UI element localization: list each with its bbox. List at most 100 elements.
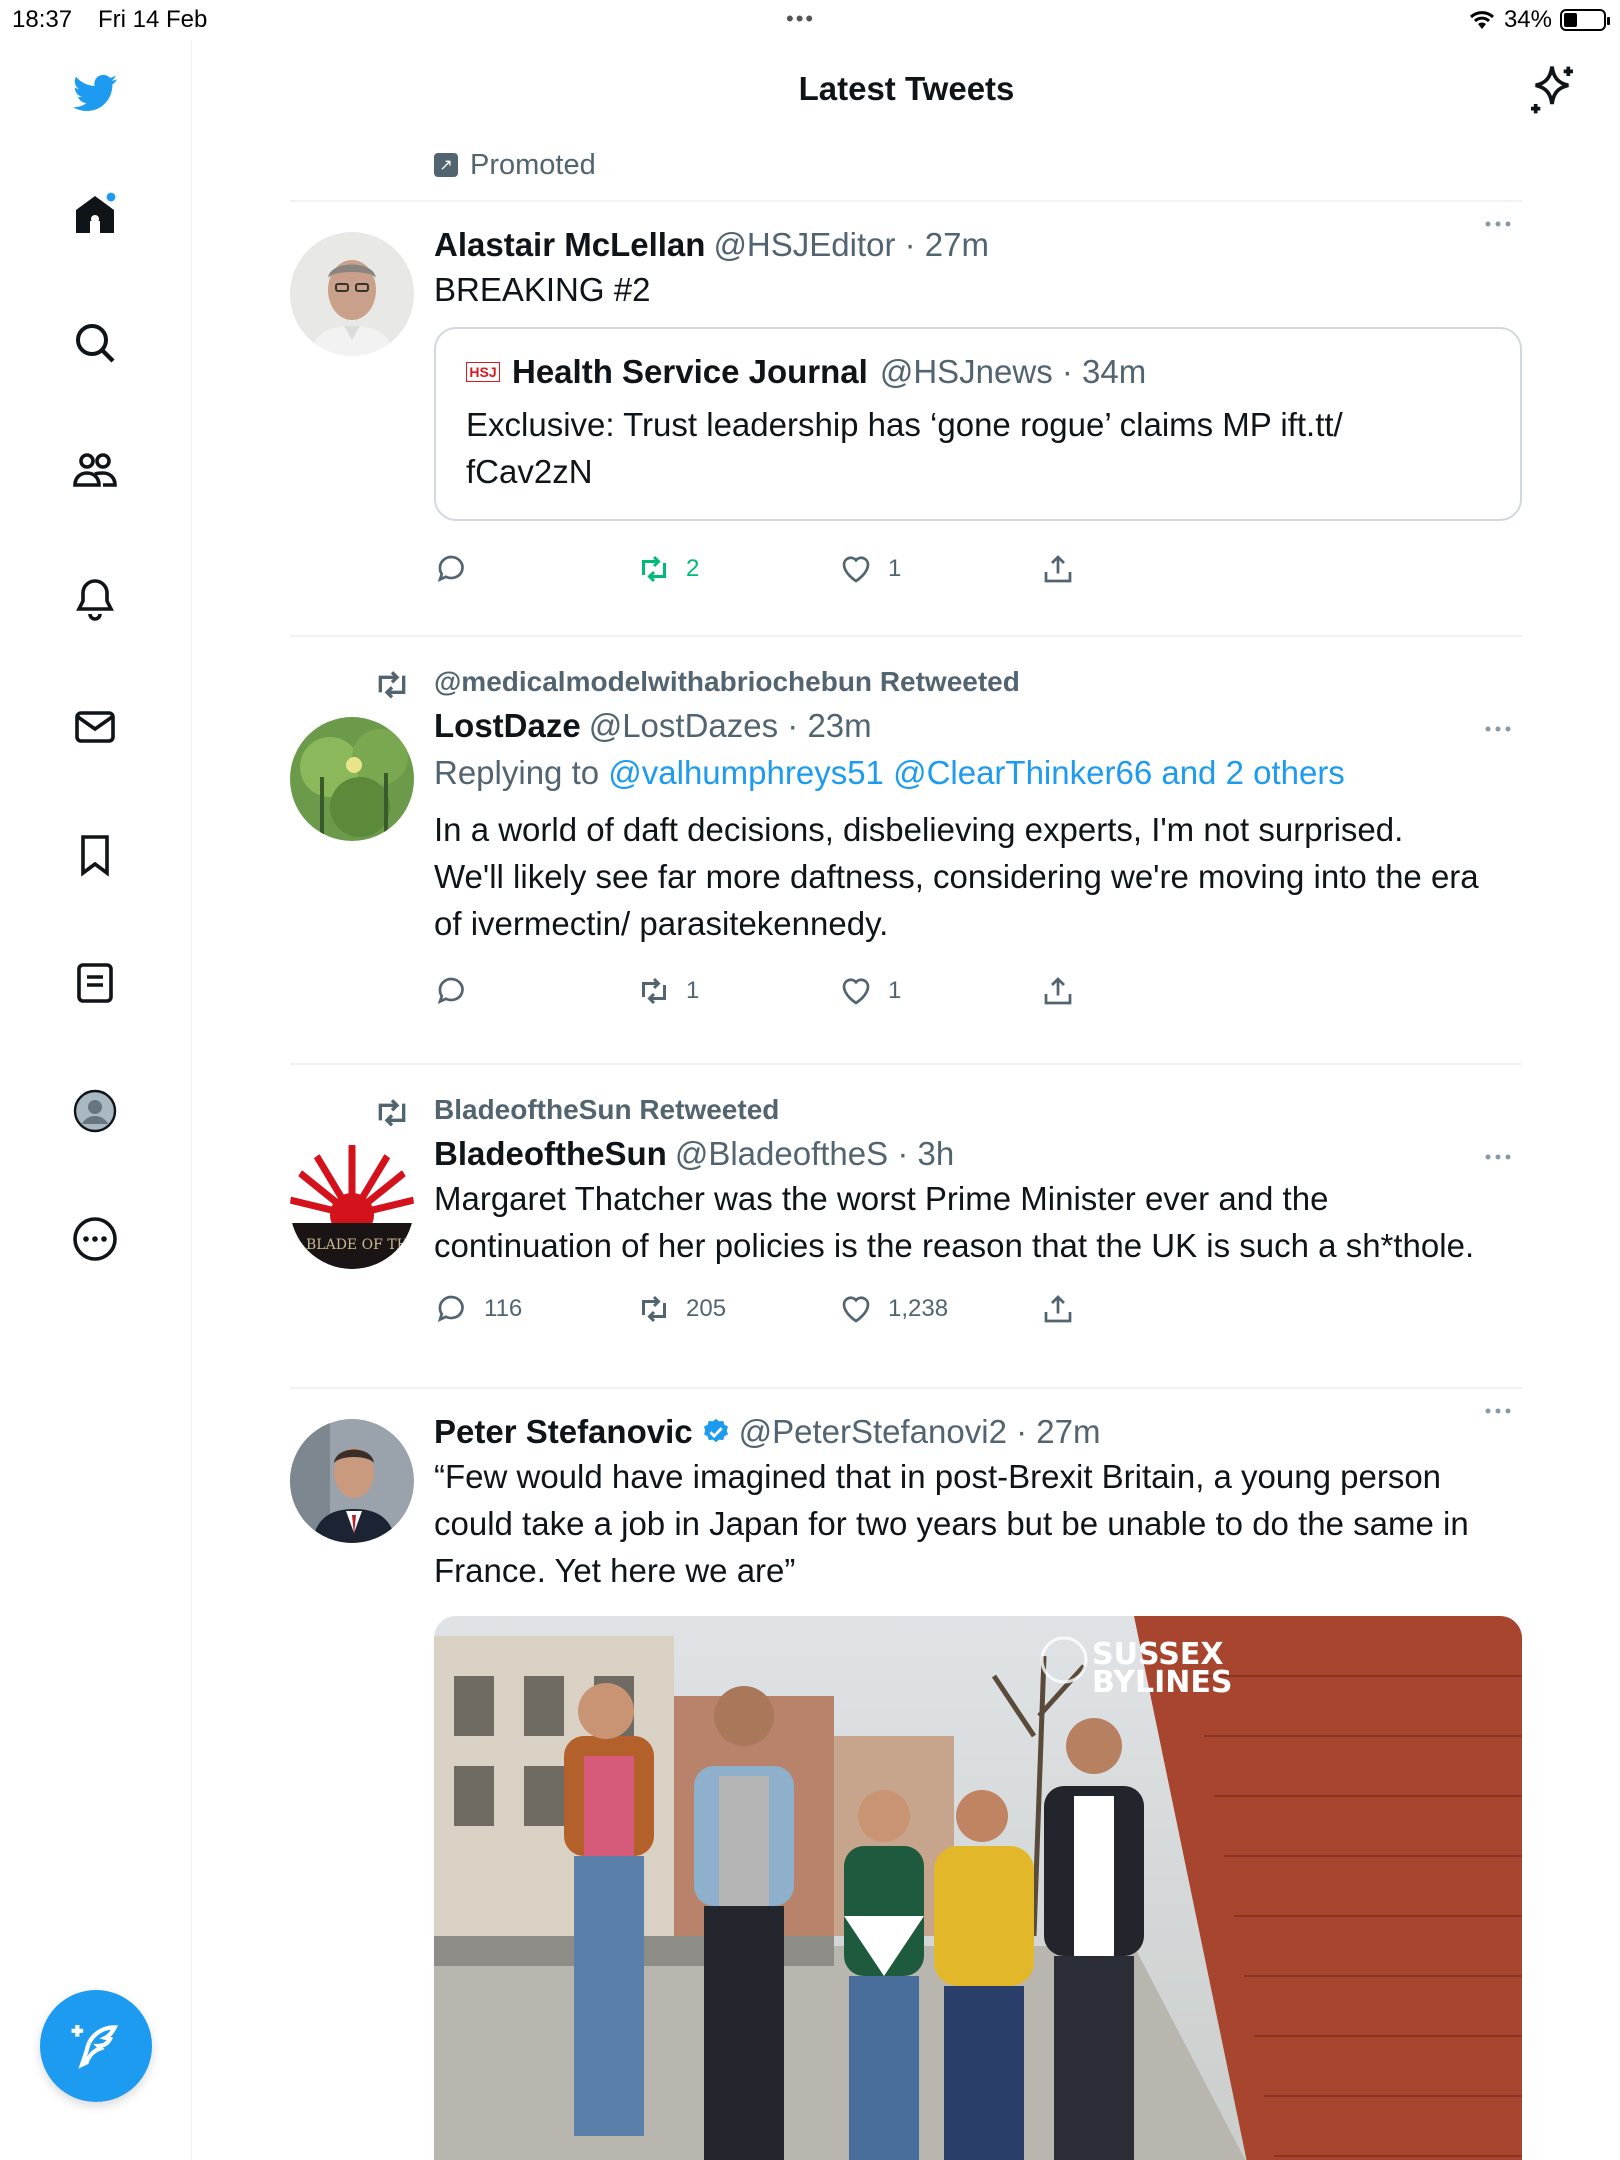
page-title: Latest Tweets [798,70,1015,107]
like-count: 1 [888,977,902,1004]
timeline-header: Latest Tweets [193,40,1620,140]
hsj-logo: HSJ [466,362,500,382]
tweet-text-line: We'll likely see far more daftness, cons… [434,858,1479,895]
more-dots-icon[interactable] [1478,214,1518,234]
avatar[interactable] [290,1419,414,1543]
reply-button[interactable] [434,973,636,1009]
tweet-text-line: of ivermectin/ parasitekennedy. [434,905,889,942]
retweet-icon [642,1295,666,1323]
retweet-button[interactable]: 1 [636,973,838,1009]
more-dots-icon[interactable] [1478,1147,1518,1167]
battery-icon [1560,9,1610,31]
media-logo-text-2: BYLINES [1092,1665,1232,1700]
tweet-text-line: continuation of her policies is the reas… [434,1227,1475,1264]
multitasking-dots[interactable]: ••• [786,6,815,32]
like-count: 1 [888,555,902,582]
reply-bubble-icon [437,1295,464,1322]
search-icon[interactable] [68,316,122,370]
retweet-button[interactable]: 2 [636,551,838,587]
reply-bubble-icon [437,977,464,1004]
tweet[interactable]: Peter Stefanovic @PeterStefanovi2 · 27m … [290,1389,1522,2160]
notifications-bell-icon[interactable] [68,572,122,626]
replying-to: Replying to @valhumphreys51 @ClearThinke… [434,749,1522,796]
retweet-button[interactable]: 205 [636,1291,838,1327]
tweet-text-line: France. Yet here we are” [434,1552,796,1589]
twitter-logo-icon[interactable] [68,66,122,120]
status-time: 18:37 [12,6,73,33]
lists-icon[interactable] [68,956,122,1010]
author-name[interactable]: BladeoftheSun [434,1135,667,1173]
share-upload-icon [1044,555,1072,583]
like-button[interactable]: 1 [838,551,1040,587]
compose-tweet-button[interactable] [40,1990,152,2102]
heart-icon [842,556,870,583]
promoted-label: Promoted [470,148,596,181]
tweet-media-image[interactable]: SUSSEX BYLINES [434,1616,1522,2160]
more-options-icon[interactable] [68,1212,122,1266]
reply-button[interactable]: 116 [434,1291,636,1327]
retweeted-icon [378,671,406,699]
compose-feather-icon [71,2025,119,2069]
reply-bubble-icon [437,555,464,582]
retweeted-by-label[interactable]: BladeoftheSun Retweeted [434,1094,779,1126]
reply-button[interactable] [434,551,636,587]
share-upload-icon [1044,1295,1072,1323]
retweet-icon [642,977,666,1005]
replying-to-prefix: Replying to [434,754,609,791]
like-button[interactable]: 1 [838,973,1040,1009]
avatar[interactable]: BLADE OF THE [290,1145,414,1269]
quote-author-handle-time: @HSJnews · 34m [879,353,1147,390]
more-dots-icon[interactable] [1478,1401,1518,1421]
promoted-arrow-icon: ↗ [434,153,458,177]
tweet[interactable]: Alastair McLellan @HSJEditor · 27m BREAK… [290,202,1522,637]
heart-icon [842,1296,870,1323]
quote-author-name: Health Service Journal [512,353,868,390]
tweet[interactable]: @medicalmodelwithabriochebun Retweeted L… [290,657,1522,1065]
avatar[interactable] [290,232,414,356]
messages-envelope-icon[interactable] [68,700,122,754]
quote-text-line: fCav2zN [466,453,593,490]
communities-icon[interactable] [68,444,122,498]
author-handle-time[interactable]: @PeterStefanovi2 · 27m [739,1413,1101,1451]
retweet-count: 2 [686,555,700,582]
promoted-row: ↗ Promoted [290,130,1522,202]
sidebar [0,40,192,2160]
timeline: ↗ Promoted Alastair McLellan @HSJEditor … [290,130,1522,2160]
tweet[interactable]: BladeoftheSun Retweeted BLADE OF THE Bla… [290,1085,1522,1389]
author-name[interactable]: LostDaze [434,707,581,745]
sparkle-timeline-toggle-icon[interactable] [1524,62,1580,118]
author-handle-time[interactable]: @HSJEditor · 27m [713,226,989,264]
retweet-icon [642,555,666,583]
tweet-text-line: Margaret Thatcher was the worst Prime Mi… [434,1180,1329,1217]
avatar[interactable] [290,717,414,841]
author-name[interactable]: Alastair McLellan [434,226,705,264]
like-count: 1,238 [888,1295,949,1322]
status-bar: 18:37 Fri 14 Feb ••• 34% [0,0,1620,40]
verified-badge-icon [703,1418,728,1443]
quote-tweet[interactable]: HSJ Health Service Journal @HSJnews · 34… [434,327,1522,521]
author-name[interactable]: Peter Stefanovic [434,1413,693,1451]
author-handle-time[interactable]: @BladeoftheS · 3h [675,1135,954,1173]
retweet-count: 205 [686,1295,727,1322]
retweet-count: 1 [686,977,700,1004]
avatar-text: BLADE OF THE [306,1237,414,1253]
heart-icon [842,978,870,1005]
retweeted-by-label[interactable]: @medicalmodelwithabriochebun Retweeted [434,666,1020,698]
profile-avatar-icon[interactable] [68,1084,122,1138]
replying-to-links[interactable]: @valhumphreys51 @ClearThinker66 and 2 ot… [608,754,1345,791]
share-button[interactable] [1040,1291,1242,1327]
home-icon[interactable] [68,188,122,242]
wifi-icon [1469,11,1494,29]
share-button[interactable] [1040,973,1242,1009]
like-button[interactable]: 1,238 [838,1291,1040,1327]
author-handle-time[interactable]: @LostDazes · 23m [589,707,872,745]
tweet-text: BREAKING #2 [434,271,651,308]
reply-count: 116 [484,1295,523,1322]
status-date: Fri 14 Feb [98,6,208,33]
bookmarks-icon[interactable] [68,828,122,882]
battery-percent: 34% [1503,6,1552,33]
share-upload-icon [1044,977,1072,1005]
tweet-text-line: “Few would have imagined that in post-Br… [434,1458,1442,1495]
share-button[interactable] [1040,551,1242,587]
more-dots-icon[interactable] [1478,719,1518,739]
